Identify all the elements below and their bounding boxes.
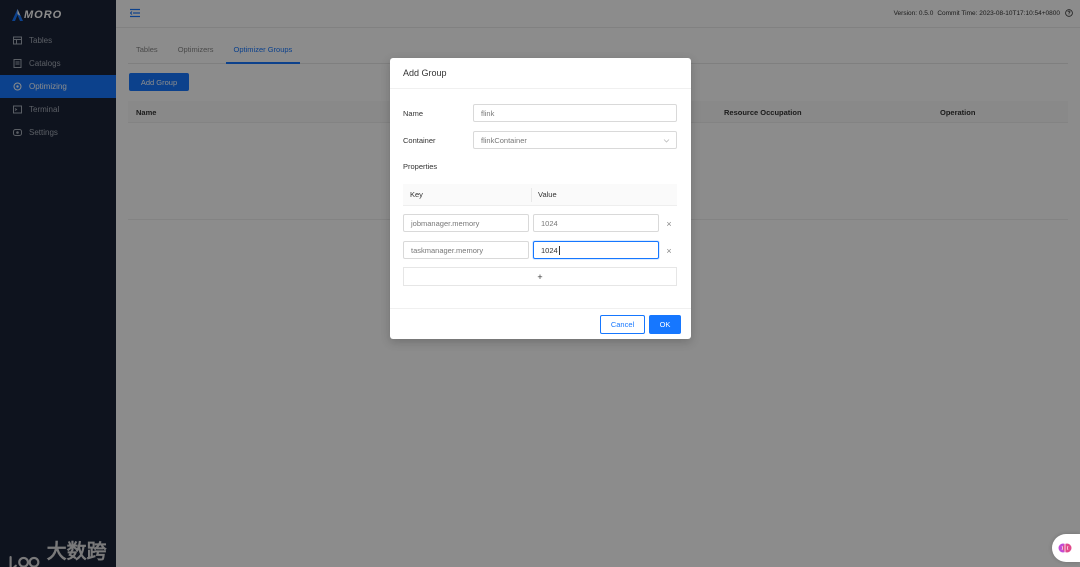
remove-property-icon[interactable]: ×	[665, 247, 673, 256]
properties-column-key: Key	[410, 190, 423, 199]
modal-title: Add Group	[390, 58, 691, 89]
name-input[interactable]: flink	[473, 104, 677, 122]
properties-label: Properties	[403, 162, 438, 171]
property-value-value: 1024	[541, 218, 558, 228]
cancel-button[interactable]: Cancel	[600, 315, 645, 334]
brain-icon	[1058, 543, 1072, 553]
properties-column-value: Value	[538, 190, 557, 199]
property-key-input[interactable]: taskmanager.memory	[403, 241, 529, 259]
property-value-input[interactable]: 1024	[533, 241, 659, 259]
add-property-button[interactable]: +	[403, 267, 677, 286]
ok-button[interactable]: OK	[649, 315, 681, 334]
column-divider	[531, 188, 532, 202]
container-select[interactable]: flinkContainer	[473, 131, 677, 149]
property-value-input[interactable]: 1024	[533, 214, 659, 232]
property-value-value: 1024	[541, 245, 558, 255]
container-label: Container	[403, 136, 436, 145]
container-select-value: flinkContainer	[481, 135, 527, 145]
assistant-button[interactable]	[1052, 534, 1080, 562]
modal-footer: Cancel OK	[390, 308, 691, 339]
property-key-value: taskmanager.memory	[411, 245, 484, 255]
property-key-value: jobmanager.memory	[411, 218, 480, 228]
chevron-down-icon	[663, 139, 670, 143]
add-group-modal: Add Group Name flink Container flinkCont…	[390, 58, 691, 339]
name-input-value: flink	[481, 108, 495, 118]
name-label: Name	[403, 109, 424, 118]
text-caret	[558, 245, 560, 255]
property-key-input[interactable]: jobmanager.memory	[403, 214, 529, 232]
properties-table-header: Key Value	[403, 184, 677, 206]
remove-property-icon[interactable]: ×	[665, 220, 673, 229]
